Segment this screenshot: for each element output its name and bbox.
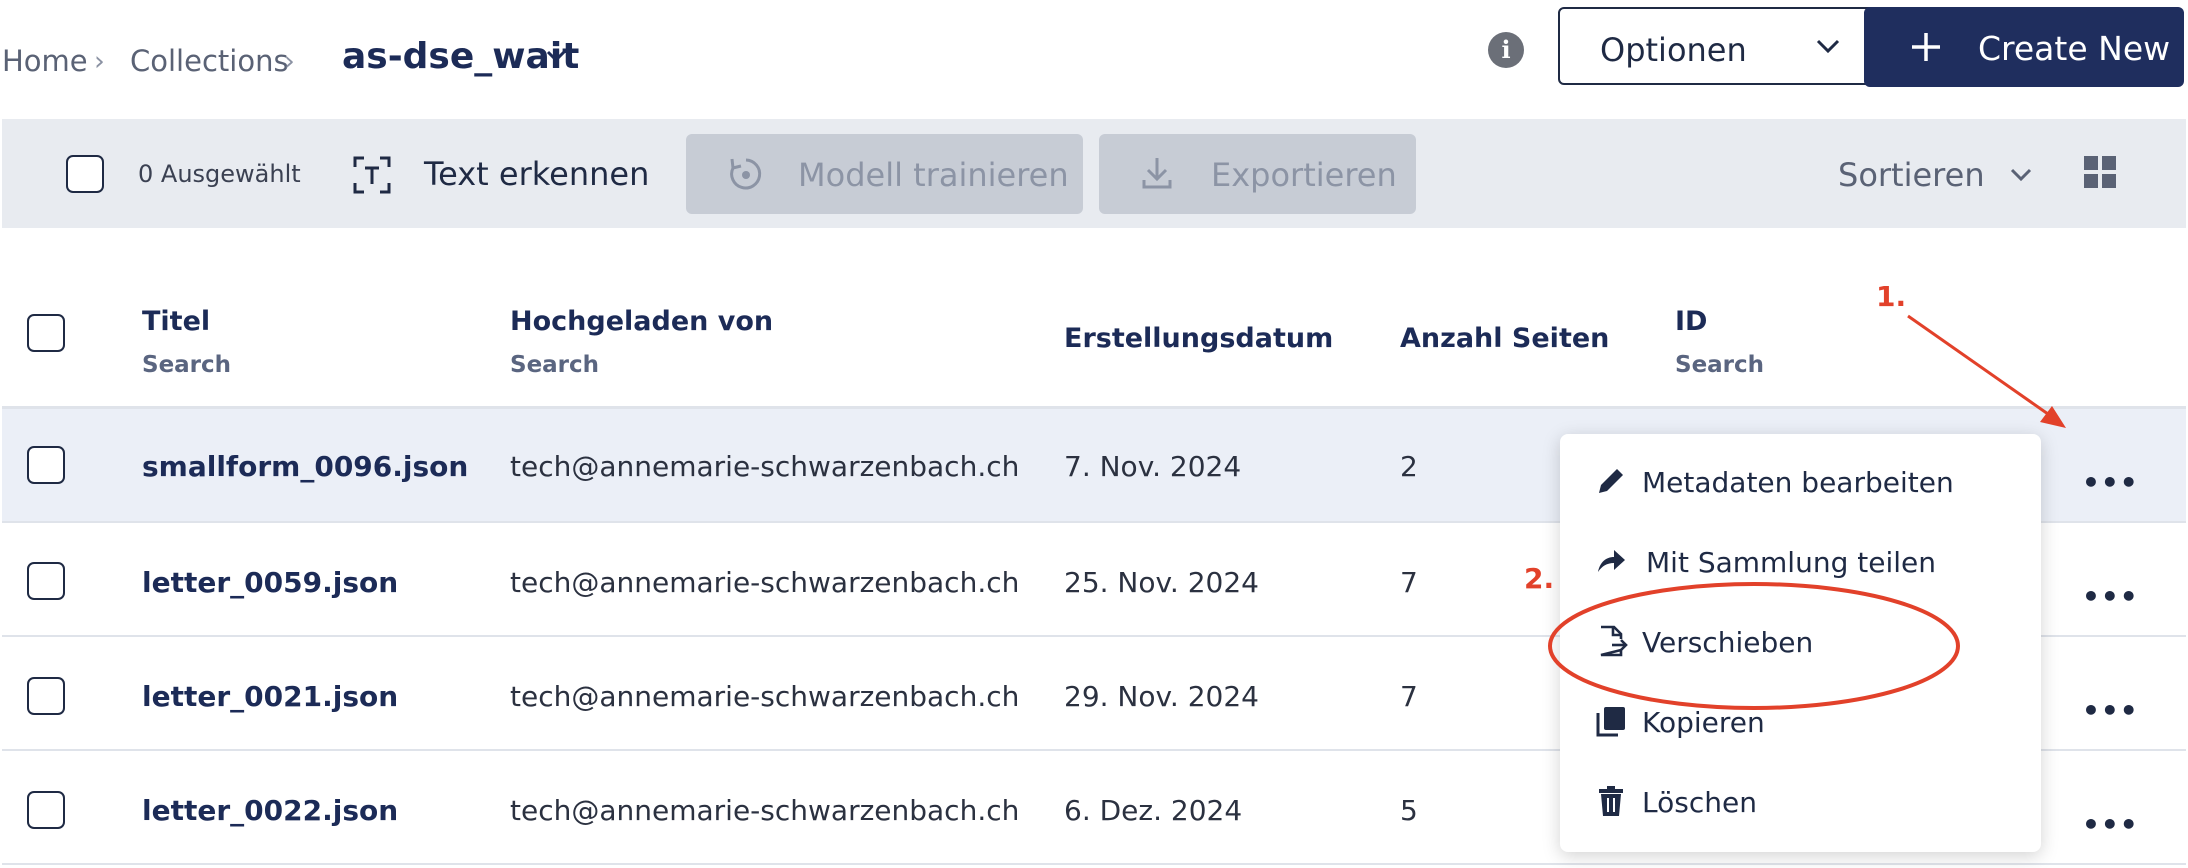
annotation-step-2: 2.: [1524, 562, 1555, 595]
annotation-overlay: [1548, 314, 2066, 710]
annotation-step-1: 1.: [1876, 280, 1907, 313]
